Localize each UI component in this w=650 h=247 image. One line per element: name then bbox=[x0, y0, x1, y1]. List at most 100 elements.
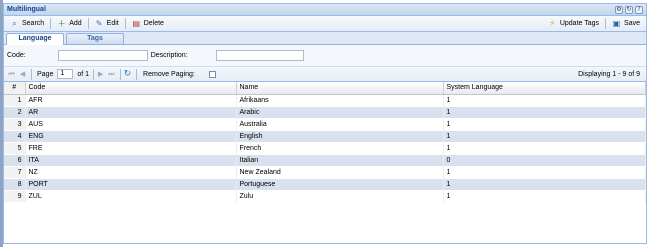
description-input[interactable] bbox=[215, 50, 304, 61]
cell-name: Italian bbox=[236, 154, 444, 166]
column-header-number[interactable]: # bbox=[4, 82, 26, 95]
toolbar-separator bbox=[120, 68, 122, 80]
edit-button-label: Edit bbox=[106, 20, 119, 27]
cell-system-language: 1 bbox=[443, 130, 646, 142]
refresh-icon[interactable]: ↻ bbox=[123, 69, 132, 79]
add-button-label: Add bbox=[69, 20, 82, 27]
cell-code: AR bbox=[25, 106, 237, 118]
code-input[interactable] bbox=[57, 50, 148, 61]
remove-paging-checkbox[interactable] bbox=[208, 70, 216, 78]
cell-code: AFR bbox=[25, 94, 237, 106]
save-button[interactable]: ▣ Save bbox=[608, 17, 644, 31]
remove-paging-label: Remove Paging: bbox=[143, 70, 195, 78]
add-icon: ＋ bbox=[57, 19, 66, 28]
table-row[interactable]: 8 PORT Portuguese 1 bbox=[4, 178, 646, 190]
language-grid: # Code Name System Language 1 AFR Afrika… bbox=[4, 82, 646, 203]
search-icon: ⌕ bbox=[12, 19, 17, 28]
row-number: 6 bbox=[4, 154, 26, 166]
page-label: Page bbox=[37, 70, 54, 78]
tab-tags[interactable]: Tags bbox=[66, 33, 124, 44]
panel-titlebar: Multilingual ⚙ ↻ ? bbox=[4, 4, 646, 16]
row-number: 4 bbox=[4, 130, 26, 142]
delete-button[interactable]: ▤ Delete bbox=[128, 17, 168, 31]
table-row[interactable]: 9 ZUL Zulu 1 bbox=[4, 190, 646, 202]
cell-name: Portuguese bbox=[236, 178, 444, 190]
cell-system-language: 1 bbox=[443, 94, 646, 106]
cell-name: New Zealand bbox=[236, 166, 444, 178]
cell-name: French bbox=[236, 142, 444, 154]
cell-system-language: 1 bbox=[443, 166, 646, 178]
panel-tools: ⚙ ↻ ? bbox=[615, 5, 646, 14]
tab-language[interactable]: Language bbox=[6, 33, 64, 45]
toolbar-separator bbox=[93, 68, 95, 80]
grid-header-row: # Code Name System Language bbox=[4, 82, 646, 95]
table-row[interactable]: 5 FRE French 1 bbox=[4, 142, 646, 154]
table-row[interactable]: 4 ENG English 1 bbox=[4, 130, 646, 142]
update-tags-button[interactable]: ⚡ Update Tags bbox=[544, 17, 603, 31]
cell-name: Arabic bbox=[236, 106, 444, 118]
main-toolbar: ⌕ Search ＋ Add ✎ Edit ▤ Delete ⚡ Update … bbox=[4, 16, 646, 32]
toolbar-separator bbox=[136, 68, 138, 80]
settings-icon[interactable]: ⚙ bbox=[615, 5, 623, 14]
refresh-icon[interactable]: ↻ bbox=[625, 5, 633, 14]
column-header-code[interactable]: Code bbox=[25, 82, 237, 95]
toolbar-separator bbox=[605, 18, 607, 29]
table-row[interactable]: 3 AUS Australia 1 bbox=[4, 118, 646, 130]
column-header-system-language[interactable]: System Language bbox=[443, 82, 646, 95]
cell-code: ENG bbox=[25, 130, 237, 142]
toolbar-separator bbox=[87, 18, 89, 29]
add-button[interactable]: ＋ Add bbox=[53, 17, 85, 31]
lightning-icon: ⚡ bbox=[549, 19, 556, 28]
cell-system-language: 1 bbox=[443, 118, 646, 130]
edit-icon: ✎ bbox=[95, 19, 103, 28]
row-number: 5 bbox=[4, 142, 26, 154]
paging-display-text: Displaying 1 - 9 of 9 bbox=[578, 70, 640, 78]
edit-button[interactable]: ✎ Edit bbox=[91, 17, 123, 31]
cell-code: FRE bbox=[25, 142, 237, 154]
search-button[interactable]: ⌕ Search bbox=[6, 17, 48, 31]
toolbar-separator bbox=[124, 18, 126, 29]
toolbar-separator bbox=[50, 18, 52, 29]
row-number: 8 bbox=[4, 178, 26, 190]
row-number: 3 bbox=[4, 118, 26, 130]
column-header-name[interactable]: Name bbox=[236, 82, 444, 95]
first-page-icon[interactable]: ⏮ bbox=[7, 70, 16, 79]
table-row[interactable]: 1 AFR Afrikaans 1 bbox=[4, 94, 646, 106]
delete-button-label: Delete bbox=[143, 20, 164, 27]
cell-code: AUS bbox=[25, 118, 237, 130]
multilingual-panel: Multilingual ⚙ ↻ ? ⌕ Search ＋ Add ✎ Edit… bbox=[3, 3, 647, 244]
cell-code: ITA bbox=[25, 154, 237, 166]
panel-title: Multilingual bbox=[7, 6, 46, 13]
table-row[interactable]: 6 ITA Italian 0 bbox=[4, 154, 646, 166]
help-icon[interactable]: ? bbox=[635, 5, 643, 14]
last-page-icon[interactable]: ⏭ bbox=[107, 70, 116, 79]
page-number-input[interactable]: 1 bbox=[57, 69, 74, 79]
cell-name: Afrikaans bbox=[236, 94, 444, 106]
cell-system-language: 1 bbox=[443, 142, 646, 154]
table-row[interactable]: 2 AR Arabic 1 bbox=[4, 106, 646, 118]
toolbar-separator bbox=[31, 68, 32, 80]
next-page-icon[interactable]: ▶ bbox=[96, 70, 105, 79]
table-row[interactable]: 7 NZ New Zealand 1 bbox=[4, 166, 646, 178]
toolbar-right-group: ⚡ Update Tags ▣ Save bbox=[544, 17, 644, 31]
cell-system-language: 1 bbox=[443, 106, 646, 118]
cell-system-language: 1 bbox=[443, 178, 646, 190]
search-button-label: Search bbox=[22, 20, 45, 27]
row-number: 7 bbox=[4, 166, 26, 178]
paging-toolbar: ⏮ ◀ Page 1 of 1 ▶ ⏭ ↻ Remove Paging: Dis… bbox=[4, 67, 646, 82]
save-icon: ▣ bbox=[612, 19, 621, 28]
cell-name: Australia bbox=[236, 118, 444, 130]
row-number: 9 bbox=[4, 190, 26, 202]
page-count-label: of 1 bbox=[77, 70, 90, 78]
row-number: 1 bbox=[4, 94, 26, 106]
row-number: 2 bbox=[4, 106, 26, 118]
save-button-label: Save bbox=[624, 20, 640, 27]
previous-page-icon[interactable]: ◀ bbox=[18, 70, 27, 79]
filter-form: Code: Description: bbox=[4, 45, 646, 67]
cell-code: PORT bbox=[25, 178, 237, 190]
description-label: Description: bbox=[150, 52, 188, 59]
cell-name: English bbox=[236, 130, 444, 142]
code-label: Code: bbox=[7, 52, 26, 59]
tab-strip: Language Tags bbox=[4, 32, 646, 45]
cell-system-language: 0 bbox=[443, 154, 646, 166]
